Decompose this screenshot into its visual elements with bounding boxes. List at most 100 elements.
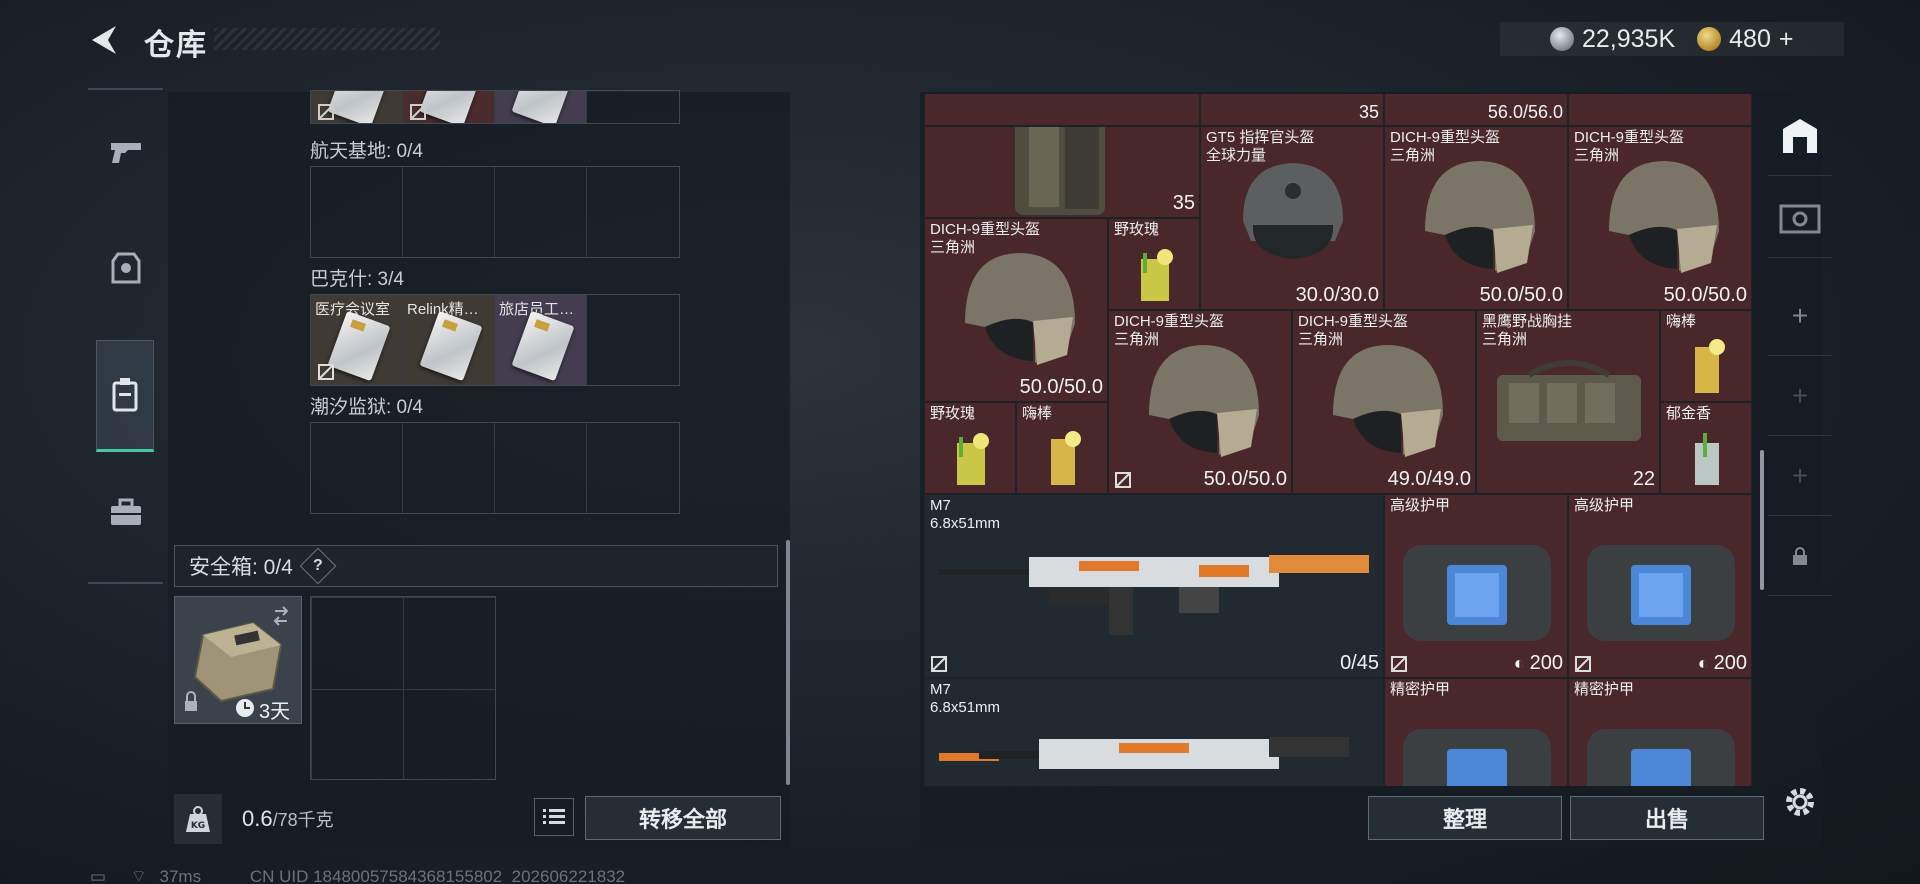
warehouse-icon — [1783, 118, 1817, 153]
keycard-item[interactable]: 旅店员工… — [495, 295, 587, 385]
item-name: 野玫瑰 — [1114, 221, 1160, 238]
safe-box-item[interactable]: 3天 — [174, 596, 302, 724]
keycard-slot[interactable] — [311, 91, 403, 123]
item-name: 嗨棒 — [1022, 405, 1053, 422]
drink-icon — [1695, 339, 1725, 393]
item-name: 黑鹰野战胸挂 三角洲 — [1482, 313, 1573, 348]
empty-slot[interactable] — [495, 423, 587, 513]
item-durability: 50.0/50.0 — [1479, 284, 1563, 306]
inventory-item[interactable]: 35 — [1200, 94, 1384, 126]
helmet-item[interactable]: DICH-9重型头盔 三角洲 50.0/50.0 — [924, 218, 1108, 402]
drink-item[interactable]: 郁金香 — [1660, 402, 1752, 494]
locked-storage-slot[interactable] — [1768, 516, 1832, 596]
add-storage-button[interactable]: + — [1768, 276, 1832, 356]
item-name: 精密护甲 — [1390, 681, 1451, 698]
helmet-item[interactable]: GT5 指挥官头盔 全球力量 30.0/30.0 — [1200, 126, 1384, 310]
empty-slot[interactable] — [403, 167, 495, 257]
helmet-item[interactable]: DICH-9重型头盔 三角洲 49.0/49.0 — [1292, 310, 1476, 494]
drink-icon — [957, 433, 989, 485]
drink-item[interactable]: 野玫瑰 — [1108, 218, 1200, 310]
armor-item[interactable]: 精密护甲 — [1568, 678, 1752, 786]
tab-supplies[interactable] — [88, 472, 163, 552]
no-link-icon — [318, 364, 334, 380]
inventory-item[interactable] — [1568, 94, 1752, 126]
empty-slot[interactable] — [587, 91, 679, 123]
chest-rig-item[interactable]: 黑鹰野战胸挂 三角洲 22 — [1476, 310, 1660, 494]
inventory-item[interactable] — [924, 94, 1200, 126]
transfer-all-button[interactable]: 转移全部 — [585, 796, 781, 840]
tab-equipment[interactable] — [88, 228, 163, 308]
category-rail — [88, 88, 163, 584]
item-name: 高级护甲 — [1390, 497, 1451, 514]
help-button[interactable]: ? — [299, 547, 337, 585]
armor-item[interactable]: 高级护甲 ◐ 200 — [1384, 494, 1568, 678]
drink-item[interactable]: 野玫瑰 — [924, 402, 1016, 494]
empty-slot[interactable] — [403, 423, 495, 513]
rifle-item[interactable]: M7 6.8x51mm 0/45 — [924, 494, 1384, 678]
weight-value: 0.6 — [242, 806, 273, 831]
list-view-button[interactable] — [534, 798, 574, 836]
empty-slot[interactable] — [311, 167, 403, 257]
ammo-count: 0/45 — [1340, 652, 1379, 674]
item-durability: 30.0/30.0 — [1295, 284, 1379, 306]
empty-slot[interactable] — [587, 295, 679, 385]
no-link-icon — [1575, 656, 1591, 672]
add-storage-button[interactable]: + — [1768, 356, 1832, 436]
helmet-item[interactable]: DICH-9重型头盔 三角洲 50.0/50.0 — [1108, 310, 1292, 494]
page-title: 仓库 — [144, 29, 208, 62]
keycard-slot[interactable] — [403, 91, 495, 123]
back-button[interactable] — [86, 22, 122, 58]
item-stack: 35 — [1358, 102, 1379, 122]
storage-rail: + + + — [1768, 96, 1832, 776]
armor-durability: ◐ 200 — [1697, 652, 1747, 674]
safe-box-slots[interactable] — [310, 596, 496, 780]
rifle-item[interactable]: M7 6.8x51mm — [924, 678, 1384, 786]
tab-weapons[interactable] — [88, 112, 163, 192]
empty-slot[interactable] — [587, 423, 679, 513]
silver-amount: 22,935K — [1582, 24, 1676, 53]
empty-slot[interactable] — [311, 423, 403, 513]
inventory-scrollbar[interactable] — [1760, 450, 1764, 590]
armor-item[interactable]: 精密护甲 — [1384, 678, 1568, 786]
gt5-helmet-icon — [1243, 163, 1343, 259]
weight-readout: 0.6/78千克 — [242, 806, 334, 832]
left-scrollbar[interactable] — [786, 540, 790, 785]
inventory-item[interactable]: 56.0/56.0 — [1384, 94, 1568, 126]
storage-tab-extension[interactable] — [1768, 178, 1832, 258]
keycard-item[interactable]: 医疗会议室 — [311, 295, 403, 385]
empty-slot[interactable] — [495, 167, 587, 257]
plus-icon: + — [1791, 459, 1809, 491]
backpack-item[interactable]: 35 — [924, 126, 1200, 218]
armor-item[interactable]: 高级护甲 ◐ 200 — [1568, 494, 1752, 678]
no-link-icon — [318, 104, 334, 120]
item-durability: 50.0/50.0 — [1203, 468, 1287, 490]
keycard-item[interactable]: Relink精… — [403, 295, 495, 385]
add-gold-button[interactable]: + — [1779, 25, 1794, 54]
title-decoration — [214, 28, 440, 50]
weight-capacity: /78千克 — [272, 810, 334, 830]
user-uid: CN UID 1848005758436815580​2_20260622183… — [249, 867, 626, 884]
sell-button[interactable]: 出售 — [1570, 796, 1764, 840]
help-icon: ? — [312, 557, 323, 574]
briefcase-icon — [110, 498, 141, 525]
helmet-item[interactable]: DICH-9重型头盔 三角洲 50.0/50.0 — [1568, 126, 1752, 310]
sort-button[interactable]: 整理 — [1368, 796, 1562, 840]
empty-slot[interactable] — [587, 167, 679, 257]
tidal-prison-slots — [310, 422, 680, 514]
back-arrow-icon — [92, 26, 116, 54]
keycard-slot[interactable] — [495, 91, 587, 123]
drink-item[interactable]: 嗨棒 — [1016, 402, 1108, 494]
safe-box-header: 安全箱: 0/4 ? — [174, 545, 778, 587]
add-storage-button[interactable]: + — [1768, 436, 1832, 516]
tab-keys[interactable] — [96, 340, 154, 452]
drink-item[interactable]: 嗨棒 — [1660, 310, 1752, 402]
settings-button[interactable] — [1780, 782, 1820, 822]
helmet-item[interactable]: DICH-9重型头盔 三角洲 50.0/50.0 — [1384, 126, 1568, 310]
wifi-icon: ⌔ — [130, 867, 147, 884]
item-stack: 22 — [1632, 468, 1655, 490]
safe-box-duration: 3天 — [259, 701, 291, 723]
item-name: 精密护甲 — [1574, 681, 1635, 698]
weight-icon-box: KG — [174, 794, 222, 844]
storage-tab-main[interactable] — [1768, 96, 1832, 176]
vest-icon — [111, 252, 140, 284]
